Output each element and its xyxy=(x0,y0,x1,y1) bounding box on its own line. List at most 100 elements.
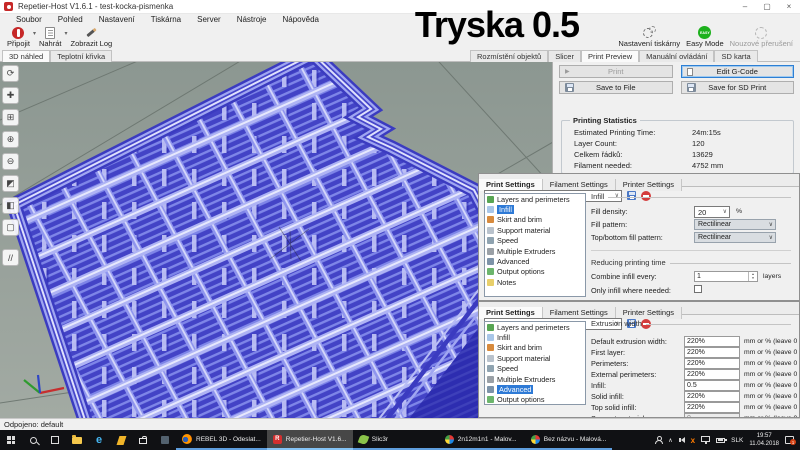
app-button[interactable] xyxy=(154,430,176,450)
fill-pattern-select[interactable]: Rectilinear ∨ xyxy=(694,219,776,230)
taskbar-paint-2[interactable]: Bez názvu - Malová... xyxy=(525,430,613,450)
minimize-icon[interactable]: – xyxy=(734,0,756,14)
view-iso-icon[interactable]: ◩ xyxy=(2,175,19,192)
zoom-out-icon[interactable]: ⊖ xyxy=(2,153,19,170)
menu-nastroje[interactable]: Nástroje xyxy=(229,15,275,24)
edit-gcode-button[interactable]: Edit G-Code xyxy=(681,65,795,78)
easy-mode-icon: EASY xyxy=(698,26,711,39)
move-icon[interactable]: ✚ xyxy=(2,87,19,104)
default-extrusion-field[interactable]: 220% xyxy=(684,336,740,347)
taskbar-firefox[interactable]: REBEL 3D - Odeslat... xyxy=(176,430,267,450)
taskbar-paint-1[interactable]: 2n12m1n1 - Malov... xyxy=(439,430,525,450)
connect-button[interactable]: Připojit xyxy=(4,26,33,48)
menu-napoveda[interactable]: Nápověda xyxy=(275,15,327,24)
infill-width-field[interactable]: 0.5 xyxy=(684,380,740,391)
tab-rozmisteni-objektu[interactable]: Rozmístění objektů xyxy=(470,50,548,62)
search-button[interactable] xyxy=(22,430,44,450)
clock[interactable]: 19:57 11.04.2018 xyxy=(749,432,779,448)
speed-icon xyxy=(487,365,494,372)
volume-icon[interactable] xyxy=(679,437,685,443)
percent-suffix: % xyxy=(736,208,742,215)
tab-sd-karta[interactable]: SD karta xyxy=(714,50,757,62)
action-center-icon[interactable]: 1 xyxy=(785,436,794,444)
printer-settings-button[interactable]: Nastavení tiskárny xyxy=(615,26,683,48)
tab-3d-nahled[interactable]: 3D náhled xyxy=(2,50,50,62)
top-solid-infill-field[interactable]: 220% xyxy=(684,402,740,413)
fill-density-select[interactable]: 20 ∨ xyxy=(694,206,730,218)
support-icon xyxy=(487,355,494,362)
menu-tiskarna[interactable]: Tiskárna xyxy=(143,15,189,24)
3d-viewport[interactable]: ⟳ ✚ ⊞ ⊕ ⊖ ◩ ◧ ▢ // xyxy=(0,62,552,418)
external-perimeters-field[interactable]: 220% xyxy=(684,369,740,380)
language-indicator[interactable]: SLK xyxy=(731,437,743,444)
list-item-selected[interactable]: Advanced xyxy=(485,384,585,394)
print-button[interactable]: ▶ Print xyxy=(559,65,673,78)
save-sd-icon xyxy=(687,83,696,92)
rotate-icon[interactable]: ⟳ xyxy=(2,65,19,82)
menu-server[interactable]: Server xyxy=(189,15,229,24)
list-item[interactable]: Multiple Extruders xyxy=(485,374,585,384)
only-infill-checkbox[interactable] xyxy=(694,285,702,293)
edge-button[interactable]: e xyxy=(88,430,110,450)
close-icon[interactable]: × xyxy=(778,0,800,14)
antivirus-icon[interactable]: x xyxy=(691,436,695,445)
emergency-stop-button[interactable]: Nouzové přerušení xyxy=(727,26,796,48)
list-item[interactable]: Advanced xyxy=(485,256,585,266)
stat-label: Estimated Printing Time: xyxy=(574,128,692,139)
spin-down-icon[interactable]: ▾ xyxy=(752,277,754,281)
start-button[interactable] xyxy=(0,430,22,450)
tab-printer-settings[interactable]: Printer Settings xyxy=(616,179,682,191)
list-item[interactable]: Output options xyxy=(485,395,585,405)
tray-chevron-icon[interactable]: ∧ xyxy=(668,437,672,444)
infill-width-label: Infill: xyxy=(591,381,606,390)
easy-mode-button[interactable]: EASY Easy Mode xyxy=(683,26,727,48)
load-button[interactable]: Nahrát xyxy=(36,26,65,48)
tab-printer-settings[interactable]: Printer Settings xyxy=(616,307,682,319)
move-object-icon[interactable]: ⊞ xyxy=(2,109,19,126)
task-view-button[interactable] xyxy=(44,430,66,450)
list-item[interactable]: Support material xyxy=(485,225,585,235)
list-item[interactable]: Speed xyxy=(485,236,585,246)
zoom-in-icon[interactable]: ⊕ xyxy=(2,131,19,148)
view-wireframe-icon[interactable]: ▢ xyxy=(2,219,19,236)
photo-app-button[interactable] xyxy=(110,430,132,450)
list-item[interactable]: Notes xyxy=(485,277,585,287)
display-icon[interactable] xyxy=(701,436,710,442)
store-button[interactable] xyxy=(132,430,154,450)
menu-soubor[interactable]: Soubor xyxy=(8,15,50,24)
file-explorer-button[interactable] xyxy=(66,430,88,450)
list-item[interactable]: Support material xyxy=(485,353,585,363)
connection-status: Odpojeno: default xyxy=(4,420,63,429)
top-bottom-pattern-select[interactable]: Rectilinear ∨ xyxy=(694,232,776,243)
list-item[interactable]: Speed xyxy=(485,364,585,374)
perimeters-field[interactable]: 220% xyxy=(684,358,740,369)
show-log-button[interactable]: Zobrazit Log xyxy=(67,26,115,48)
list-item[interactable]: Infill xyxy=(485,332,585,342)
battery-icon[interactable] xyxy=(716,438,725,443)
list-item[interactable]: Layers and perimeters xyxy=(485,322,585,332)
list-item[interactable]: Layers and perimeters xyxy=(485,194,585,204)
list-item[interactable]: Skirt and brim xyxy=(485,343,585,353)
tab-print-preview[interactable]: Print Preview xyxy=(581,50,639,62)
tab-teplotni-krivka[interactable]: Teplotní křivka xyxy=(50,50,112,62)
toggle-travel-icon[interactable]: // xyxy=(2,249,19,266)
menu-nastaveni[interactable]: Nastavení xyxy=(91,15,143,24)
solid-infill-field[interactable]: 220% xyxy=(684,391,740,402)
chevron-down-icon: ∨ xyxy=(723,208,727,215)
taskbar-slic3r[interactable]: Slic3r xyxy=(353,430,439,450)
people-icon[interactable] xyxy=(655,436,662,444)
tab-slicer[interactable]: Slicer xyxy=(548,50,581,62)
save-for-sd-button[interactable]: Save for SD Print xyxy=(681,81,795,94)
list-item[interactable]: Multiple Extruders xyxy=(485,246,585,256)
tab-manualni-ovladani[interactable]: Manuální ovládání xyxy=(639,50,714,62)
maximize-icon[interactable]: ▢ xyxy=(756,0,778,14)
list-item[interactable]: Skirt and brim xyxy=(485,215,585,225)
view-front-icon[interactable]: ◧ xyxy=(2,197,19,214)
taskbar-repetier[interactable]: R Repetier-Host V1.6... xyxy=(267,430,353,450)
list-item[interactable]: Output options xyxy=(485,267,585,277)
first-layer-field[interactable]: 220% xyxy=(684,347,740,358)
list-item-selected[interactable]: Infill xyxy=(485,204,585,214)
combine-infill-stepper[interactable]: 1 ▴▾ xyxy=(694,271,758,282)
menu-pohled[interactable]: Pohled xyxy=(50,15,91,24)
save-to-file-button[interactable]: Save to File xyxy=(559,81,673,94)
